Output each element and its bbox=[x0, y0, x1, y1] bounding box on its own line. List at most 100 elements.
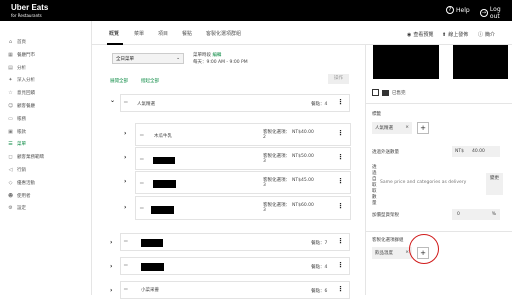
drag-handle-icon[interactable]: ═ bbox=[124, 99, 128, 106]
sidebar-item-label: 顧客業務範疇 bbox=[17, 155, 44, 161]
sidebar-item[interactable]: ⌂ 首頁 bbox=[8, 39, 26, 45]
tab-dishes[interactable]: 餐點 bbox=[182, 30, 192, 37]
people-icon: ☺ bbox=[8, 103, 14, 109]
close-icon[interactable]: × bbox=[405, 125, 409, 130]
chevron-down-icon: ⌄ bbox=[176, 56, 180, 61]
collapse-all-link[interactable]: 摺起全部 bbox=[141, 78, 159, 84]
redacted-image bbox=[453, 45, 508, 79]
sidebar-item[interactable]: ▤ 分析 bbox=[8, 65, 26, 71]
tag-chip[interactable]: 人氣精選 × bbox=[372, 122, 412, 134]
logout-button[interactable]: → Log out bbox=[480, 6, 512, 20]
user-icon: ☻ bbox=[8, 192, 14, 199]
expand-all-link[interactable]: 展開全部 bbox=[110, 78, 128, 84]
edit-hours-link[interactable]: 編輯 bbox=[212, 53, 221, 58]
sidebar-item[interactable]: ▣ 帳款 bbox=[8, 129, 26, 135]
delivery-price-field[interactable]: NT$ 40.00 bbox=[452, 146, 500, 157]
help-button[interactable]: ? Help bbox=[446, 6, 470, 14]
more-icon[interactable]: ⋮ bbox=[337, 261, 344, 269]
drag-handle-icon[interactable]: ═ bbox=[140, 156, 144, 163]
add-tag-button[interactable]: + bbox=[417, 122, 429, 134]
tab-customizations[interactable]: 客製化選項群組 bbox=[206, 30, 241, 37]
sidebar-item[interactable]: ✦ 深入分析 bbox=[8, 77, 35, 83]
expand-chevron-icon[interactable]: › bbox=[124, 130, 126, 137]
sidebar-item[interactable]: ☰ 菜單 bbox=[8, 141, 26, 147]
star-icon: ☆ bbox=[8, 90, 13, 97]
tab-overview[interactable]: 概覽 bbox=[109, 30, 119, 37]
expand-chevron-icon[interactable]: › bbox=[110, 239, 112, 246]
info-icon: ⓘ bbox=[478, 32, 484, 38]
item-row[interactable]: ═ 客製化選項：3 NT$60.00 ⋮ bbox=[135, 196, 351, 220]
drag-handle-icon[interactable]: ═ bbox=[140, 132, 144, 139]
logo-subtitle: for Restaurants bbox=[11, 13, 42, 18]
sidebar-item[interactable]: ☺ 顧客餐廳 bbox=[8, 103, 35, 109]
preview-button[interactable]: ◉ 查看預覽 bbox=[407, 31, 433, 39]
item-row[interactable]: ═ 客製化選項：3 NT$45.00 ⋮ bbox=[135, 171, 351, 194]
item-price: NT$60.00 bbox=[292, 203, 314, 208]
more-icon[interactable]: ⋮ bbox=[337, 202, 344, 210]
drag-handle-icon[interactable]: ═ bbox=[140, 205, 144, 212]
checkbox-icon bbox=[372, 89, 379, 96]
redacted-name bbox=[141, 239, 163, 247]
menu-icon: ☰ bbox=[8, 141, 13, 148]
drag-handle-icon[interactable]: ═ bbox=[124, 262, 128, 269]
category-row[interactable]: ═ 小菜采薈 餐點：6 ⋮ bbox=[120, 281, 350, 299]
image-icon bbox=[382, 89, 389, 96]
change-button[interactable]: 變更 bbox=[486, 173, 503, 195]
sidebar-item[interactable]: ◻ 顧客業務範疇 bbox=[8, 154, 44, 160]
tab-items[interactable]: 項目 bbox=[158, 30, 168, 37]
home-icon: ⌂ bbox=[8, 39, 13, 45]
item-count: 餐點：4 bbox=[311, 265, 328, 270]
sidebar-item[interactable]: ◁ 行銷 bbox=[8, 167, 26, 173]
menu-hours-row: 菜單時段 編輯 bbox=[193, 52, 221, 58]
sidebar-item[interactable]: ▦ 餐廳門市 bbox=[8, 52, 35, 58]
drag-handle-icon[interactable]: ═ bbox=[124, 286, 128, 293]
expand-chevron-icon[interactable]: › bbox=[124, 204, 126, 211]
delivery-price-label: 透過外送數量 bbox=[372, 150, 399, 155]
category-row[interactable]: ═ 餐點：4 ⋮ bbox=[120, 257, 350, 275]
item-detail-panel: 已售完 標籤 人氣精選 × + 透過外送數量 NT$ 40.00 透過自取取數量 … bbox=[365, 45, 512, 295]
more-icon[interactable]: ⋮ bbox=[337, 129, 344, 137]
item-price: NT$50.00 bbox=[292, 154, 314, 159]
item-row[interactable]: ═ 木瓜牛乳 客製化選項：2 NT$40.00 ⋮ bbox=[135, 123, 351, 146]
more-icon[interactable]: ⋮ bbox=[337, 237, 344, 245]
sidebar-item[interactable]: ☻ 使用者 bbox=[8, 193, 31, 199]
collapse-chevron-icon[interactable]: ⌄ bbox=[110, 97, 115, 104]
drag-handle-icon[interactable]: ═ bbox=[140, 180, 144, 187]
item-price: NT$45.00 bbox=[292, 178, 314, 183]
more-icon[interactable]: ⋮ bbox=[337, 285, 344, 293]
intro-button[interactable]: ⓘ 簡介 bbox=[478, 31, 495, 38]
category-row[interactable]: ═ 人氣精選 餐點：4 ⋮ bbox=[120, 94, 350, 112]
sidebar-item-label: 行銷 bbox=[17, 168, 26, 173]
category-name: 人氣精選 bbox=[137, 102, 155, 107]
category-row[interactable]: ═ 餐點：7 ⋮ bbox=[120, 233, 350, 251]
item-count: 餐點：6 bbox=[311, 289, 328, 294]
action-button[interactable]: 操作 bbox=[328, 74, 349, 84]
sidebar-item[interactable]: ◇ 優惠活動 bbox=[8, 180, 35, 186]
more-icon[interactable]: ⋮ bbox=[337, 153, 344, 161]
sidebar-item-label: 帳款 bbox=[17, 129, 26, 135]
item-row[interactable]: ═ 客製化選項：3 NT$50.00 ⋮ bbox=[135, 147, 351, 170]
sidebar-item[interactable]: ▭ 帳務 bbox=[8, 116, 26, 122]
sidebar-item[interactable]: ☆ 意見回饋 bbox=[8, 90, 35, 96]
sold-out-checkbox[interactable]: 已售完 bbox=[372, 89, 406, 96]
more-icon[interactable]: ⋮ bbox=[337, 177, 344, 185]
markup-field[interactable]: 0 % bbox=[452, 209, 500, 220]
pickup-price-label: 透過自取取數量 bbox=[372, 165, 377, 206]
more-icon[interactable]: ⋮ bbox=[337, 98, 344, 106]
divider bbox=[366, 103, 512, 104]
publish-button[interactable]: ⬆ 線上發佈 bbox=[442, 31, 468, 39]
customization-label: 客製化選項群組 bbox=[372, 238, 404, 243]
expand-chevron-icon[interactable]: › bbox=[124, 178, 126, 185]
expand-chevron-icon[interactable]: › bbox=[110, 287, 112, 294]
sidebar-item[interactable]: ⚙ 設定 bbox=[8, 205, 26, 211]
drag-handle-icon[interactable]: ═ bbox=[124, 238, 128, 245]
menu-hours: 每天：9:00 AM - 9:00 PM bbox=[193, 60, 248, 65]
expand-chevron-icon[interactable]: › bbox=[124, 154, 126, 161]
tab-menus[interactable]: 菜單 bbox=[134, 30, 144, 37]
highlight-circle bbox=[409, 234, 439, 264]
box-icon: ◻ bbox=[8, 154, 13, 161]
markup-label: 加價型貨架稅 bbox=[372, 213, 399, 218]
customization-chip[interactable]: 飲品溫度 × bbox=[372, 247, 412, 259]
expand-chevron-icon[interactable]: › bbox=[110, 263, 112, 270]
menu-select[interactable]: 全日菜單 ⌄ bbox=[112, 53, 184, 64]
